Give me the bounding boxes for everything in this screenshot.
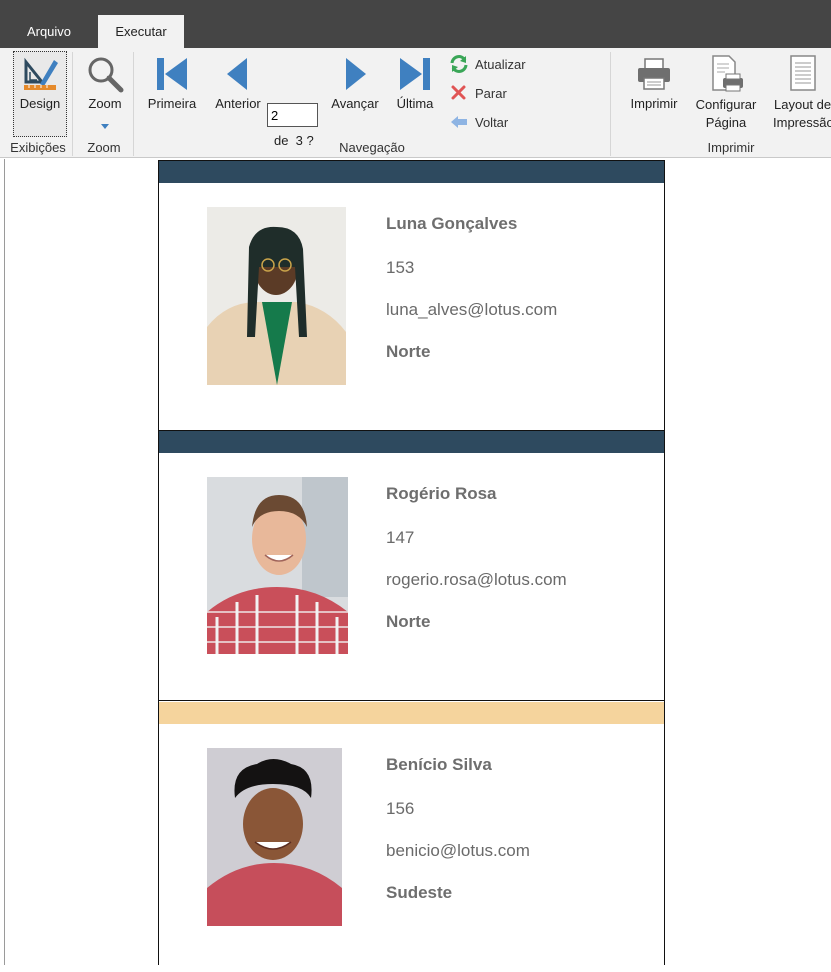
page-setup-label-line1: Configurar bbox=[695, 97, 757, 112]
first-page-label: Primeira bbox=[147, 96, 197, 111]
refresh-icon bbox=[450, 55, 468, 73]
record-number: 156 bbox=[386, 799, 415, 818]
next-page-button[interactable]: Avançar bbox=[327, 52, 383, 111]
card-divider bbox=[159, 700, 664, 701]
group-separator bbox=[72, 52, 73, 156]
refresh-button[interactable]: Atualizar bbox=[449, 55, 526, 73]
last-page-button[interactable]: Última bbox=[391, 52, 439, 111]
previous-page-icon bbox=[225, 52, 251, 96]
last-page-label: Última bbox=[396, 96, 434, 111]
zoom-label: Zoom bbox=[88, 96, 122, 111]
report-page: Luna Gonçalves 153 luna_alves@lotus.com … bbox=[158, 160, 665, 965]
refresh-label: Atualizar bbox=[475, 56, 526, 72]
previous-page-button[interactable]: Anterior bbox=[209, 52, 267, 111]
record-region: Norte bbox=[386, 612, 431, 631]
group-label-imprimir: Imprimir bbox=[611, 140, 831, 155]
first-page-button[interactable]: Primeira bbox=[144, 52, 200, 111]
record-email: luna_alves@lotus.com bbox=[386, 300, 558, 319]
card-header-bar bbox=[159, 702, 664, 724]
previous-page-label: Anterior bbox=[215, 96, 261, 111]
record-name: Benício Silva bbox=[386, 755, 492, 774]
card-header-bar bbox=[159, 161, 664, 183]
print-label: Imprimir bbox=[630, 96, 678, 111]
design-icon bbox=[20, 52, 60, 96]
page-number-input[interactable] bbox=[267, 103, 318, 127]
group-label-zoom: Zoom bbox=[87, 140, 121, 155]
record-info: Rogério Rosa 147 rogerio.rosa@lotus.com … bbox=[386, 484, 567, 632]
design-button[interactable]: Design bbox=[13, 51, 67, 137]
last-page-icon bbox=[398, 52, 432, 96]
record-region: Sudeste bbox=[386, 883, 453, 902]
record-number: 153 bbox=[386, 258, 415, 277]
next-page-label: Avançar bbox=[331, 96, 379, 111]
close-icon bbox=[451, 85, 466, 100]
stop-button[interactable]: Parar bbox=[449, 84, 507, 102]
record-info: Luna Gonçalves 153 luna_alves@lotus.com … bbox=[386, 214, 557, 362]
record-card: Benício Silva 156 benicio@lotus.com Sude… bbox=[159, 702, 664, 972]
print-layout-label-line1: Layout de bbox=[774, 97, 831, 112]
record-email: benicio@lotus.com bbox=[386, 841, 530, 860]
ribbon-tab-bar: Arquivo Executar bbox=[0, 0, 831, 48]
record-card: Rogério Rosa 147 rogerio.rosa@lotus.com … bbox=[159, 431, 664, 701]
print-layout-label-line2: Impressão bbox=[773, 115, 831, 130]
record-email: rogerio.rosa@lotus.com bbox=[386, 570, 567, 589]
printer-icon bbox=[635, 52, 673, 96]
page-setup-button[interactable]: Configurar Página bbox=[690, 52, 762, 132]
record-info: Benício Silva 156 benicio@lotus.com Sude… bbox=[386, 755, 530, 903]
magnifier-icon bbox=[85, 52, 125, 96]
back-arrow-icon bbox=[451, 116, 467, 128]
record-number: 147 bbox=[386, 528, 415, 547]
next-page-icon bbox=[342, 52, 368, 96]
person-photo bbox=[207, 207, 346, 385]
print-layout-button[interactable]: Layout de Impressão bbox=[770, 52, 831, 132]
page-setup-label-line2: Página bbox=[705, 115, 747, 130]
chevron-down-icon bbox=[101, 117, 109, 132]
group-label-exibicoes: Exibições bbox=[10, 140, 66, 155]
first-page-icon bbox=[155, 52, 189, 96]
design-label: Design bbox=[19, 96, 61, 111]
tab-executar[interactable]: Executar bbox=[98, 15, 184, 48]
zoom-button[interactable]: Zoom bbox=[79, 52, 131, 132]
document-icon bbox=[770, 52, 818, 96]
stop-label: Parar bbox=[475, 85, 507, 101]
record-card: Luna Gonçalves 153 luna_alves@lotus.com … bbox=[159, 161, 664, 431]
record-name: Rogério Rosa bbox=[386, 484, 497, 503]
ribbon-toolbar: Design Exibições Zoom Zoom Primeira Ante… bbox=[0, 48, 831, 158]
person-photo bbox=[207, 477, 348, 654]
back-label: Voltar bbox=[475, 114, 509, 130]
person-photo bbox=[207, 748, 342, 926]
back-button[interactable]: Voltar bbox=[449, 113, 508, 131]
record-region: Norte bbox=[386, 342, 431, 361]
card-header-bar bbox=[159, 431, 664, 453]
print-button[interactable]: Imprimir bbox=[624, 52, 684, 111]
group-label-navegacao: Navegação bbox=[339, 140, 405, 155]
record-name: Luna Gonçalves bbox=[386, 214, 518, 233]
tab-arquivo[interactable]: Arquivo bbox=[12, 15, 86, 48]
group-label-imprimir-text: Imprimir bbox=[707, 140, 755, 155]
page-setup-icon bbox=[707, 52, 745, 96]
